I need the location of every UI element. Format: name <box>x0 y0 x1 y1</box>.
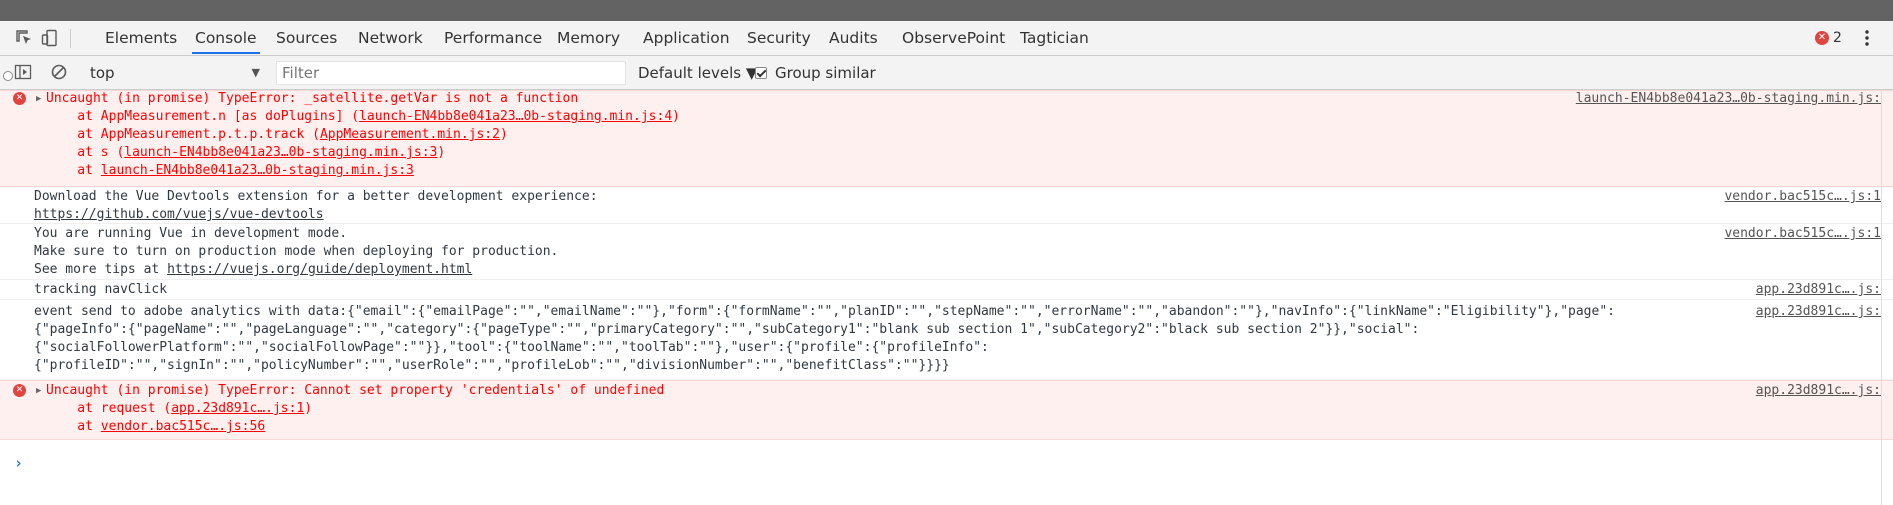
log-text: See more tips at https://vuejs.org/guide… <box>34 262 473 277</box>
console-prompt[interactable]: › <box>14 454 23 472</box>
log-text: tracking navClick <box>34 282 168 297</box>
log-text: You are running Vue in development mode. <box>34 226 348 241</box>
console-scrollbar[interactable] <box>1881 90 1882 505</box>
message-source-link[interactable]: app.23d891c….js: <box>1756 281 1881 299</box>
expand-triangle-icon[interactable]: ▶ <box>36 90 41 108</box>
execution-context-select[interactable]: top ▼ <box>90 62 260 84</box>
tab-elements[interactable]: Elements <box>102 21 180 55</box>
stack-frame: at AppMeasurement.p.t.p.track (AppMeasur… <box>46 127 508 142</box>
log-text: {"pageInfo":{"pageName":"","pageLanguage… <box>34 322 1420 337</box>
group-similar-toggle[interactable]: Group similar <box>755 62 876 84</box>
stack-frame: at request (app.23d891c….js:1) <box>46 401 313 416</box>
stack-frame-link[interactable]: launch-EN4bb8e041a23…0b-staging.min.js:3 <box>124 145 437 160</box>
console-log-message: Download the Vue Devtools extension for … <box>0 187 1893 224</box>
console-messages: ✕ ▶ Uncaught (in promise) TypeError: _sa… <box>0 90 1893 505</box>
stack-frame: at s (launch-EN4bb8e041a23…0b-staging.mi… <box>46 145 446 160</box>
console-error-message: ✕ ▶ Uncaught (in promise) TypeError: _sa… <box>0 90 1893 187</box>
stack-frame-link[interactable]: launch-EN4bb8e041a23…0b-staging.min.js:4 <box>359 109 672 124</box>
message-source-link[interactable]: app.23d891c….js: <box>1756 303 1881 321</box>
inspect-element-icon[interactable] <box>15 29 33 47</box>
error-x-icon: ✕ <box>13 384 26 397</box>
message-source-link[interactable]: launch-EN4bb8e041a23…0b-staging.min.js: <box>1576 90 1881 108</box>
tab-audits[interactable]: Audits <box>826 21 881 55</box>
clear-console-icon[interactable] <box>50 63 68 81</box>
tab-sources[interactable]: Sources <box>273 21 340 55</box>
vue-deployment-link[interactable]: https://vuejs.org/guide/deployment.html <box>167 262 472 277</box>
context-value: top <box>90 64 115 82</box>
error-text: Uncaught (in promise) TypeError: Cannot … <box>46 383 665 398</box>
tab-observepoint[interactable]: ObservePoint <box>899 21 1008 55</box>
log-text: event send to adobe analytics with data:… <box>34 304 1615 319</box>
console-sidebar-icon[interactable] <box>14 63 32 81</box>
console-log-message: You are running Vue in development mode.… <box>0 224 1893 280</box>
device-toggle-icon[interactable] <box>41 29 59 47</box>
vue-devtools-link[interactable]: https://github.com/vuejs/vue-devtools <box>34 206 324 224</box>
tab-performance[interactable]: Performance <box>441 21 545 55</box>
log-levels-dropdown[interactable]: Default levels ▼ <box>638 62 757 84</box>
tab-security[interactable]: Security <box>744 21 814 55</box>
stack-frame: at launch-EN4bb8e041a23…0b-staging.min.j… <box>46 163 414 178</box>
tab-application[interactable]: Application <box>640 21 733 55</box>
expand-triangle-icon[interactable]: ▶ <box>36 382 41 400</box>
console-error-message: ✕ ▶ Uncaught (in promise) TypeError: Can… <box>0 380 1893 440</box>
message-source-link[interactable]: vendor.bac515c….js:1 <box>1724 188 1881 206</box>
dropdown-arrow-icon: ▼ <box>251 66 260 79</box>
tab-tagtician[interactable]: Tagtician <box>1017 21 1092 55</box>
stack-frame-link[interactable]: app.23d891c….js:1 <box>171 401 304 416</box>
group-similar-checkbox[interactable] <box>755 67 767 79</box>
kebab-menu-icon[interactable] <box>1862 28 1872 48</box>
error-counter[interactable]: ✕ 2 <box>1815 29 1842 47</box>
stack-frame: at vendor.bac515c….js:56 <box>46 419 266 434</box>
window-title-bar <box>0 0 1893 21</box>
tab-network[interactable]: Network <box>355 21 426 55</box>
stack-frame-link[interactable]: vendor.bac515c….js:56 <box>101 419 265 434</box>
error-text: Uncaught (in promise) TypeError: _satell… <box>46 91 579 106</box>
error-x-icon: ✕ <box>1815 31 1829 45</box>
console-filter-input[interactable] <box>276 61 626 85</box>
console-log-message: event send to adobe analytics with data:… <box>0 300 1893 380</box>
tab-console[interactable]: Console <box>192 21 260 54</box>
console-log-message: tracking navClick app.23d891c….js: <box>0 280 1893 300</box>
tab-memory[interactable]: Memory <box>554 21 623 55</box>
error-x-icon: ✕ <box>13 92 26 105</box>
message-source-link[interactable]: vendor.bac515c….js:1 <box>1724 225 1881 243</box>
log-text: Download the Vue Devtools extension for … <box>34 189 598 204</box>
console-filter-bar: top ▼ Default levels ▼ Group similar <box>0 56 1893 90</box>
group-similar-label: Group similar <box>775 64 876 82</box>
log-text: {"socialFollowerPlatform":"","socialFoll… <box>34 340 989 355</box>
toolbar-separator <box>70 29 71 48</box>
drawer-resize-handle[interactable] <box>3 71 13 81</box>
error-count-value: 2 <box>1833 30 1842 46</box>
stack-frame-link[interactable]: AppMeasurement.min.js:2 <box>320 127 500 142</box>
message-source-link[interactable]: app.23d891c….js: <box>1756 382 1881 400</box>
log-text: Make sure to turn on production mode whe… <box>34 244 559 259</box>
log-text: {"profileID":"","signIn":"","policyNumbe… <box>34 358 950 373</box>
devtools-tab-bar: Elements Console Sources Network Perform… <box>0 21 1893 56</box>
stack-frame-link[interactable]: launch-EN4bb8e041a23…0b-staging.min.js:3 <box>101 163 414 178</box>
stack-frame: at AppMeasurement.n [as doPlugins] (laun… <box>46 109 680 124</box>
